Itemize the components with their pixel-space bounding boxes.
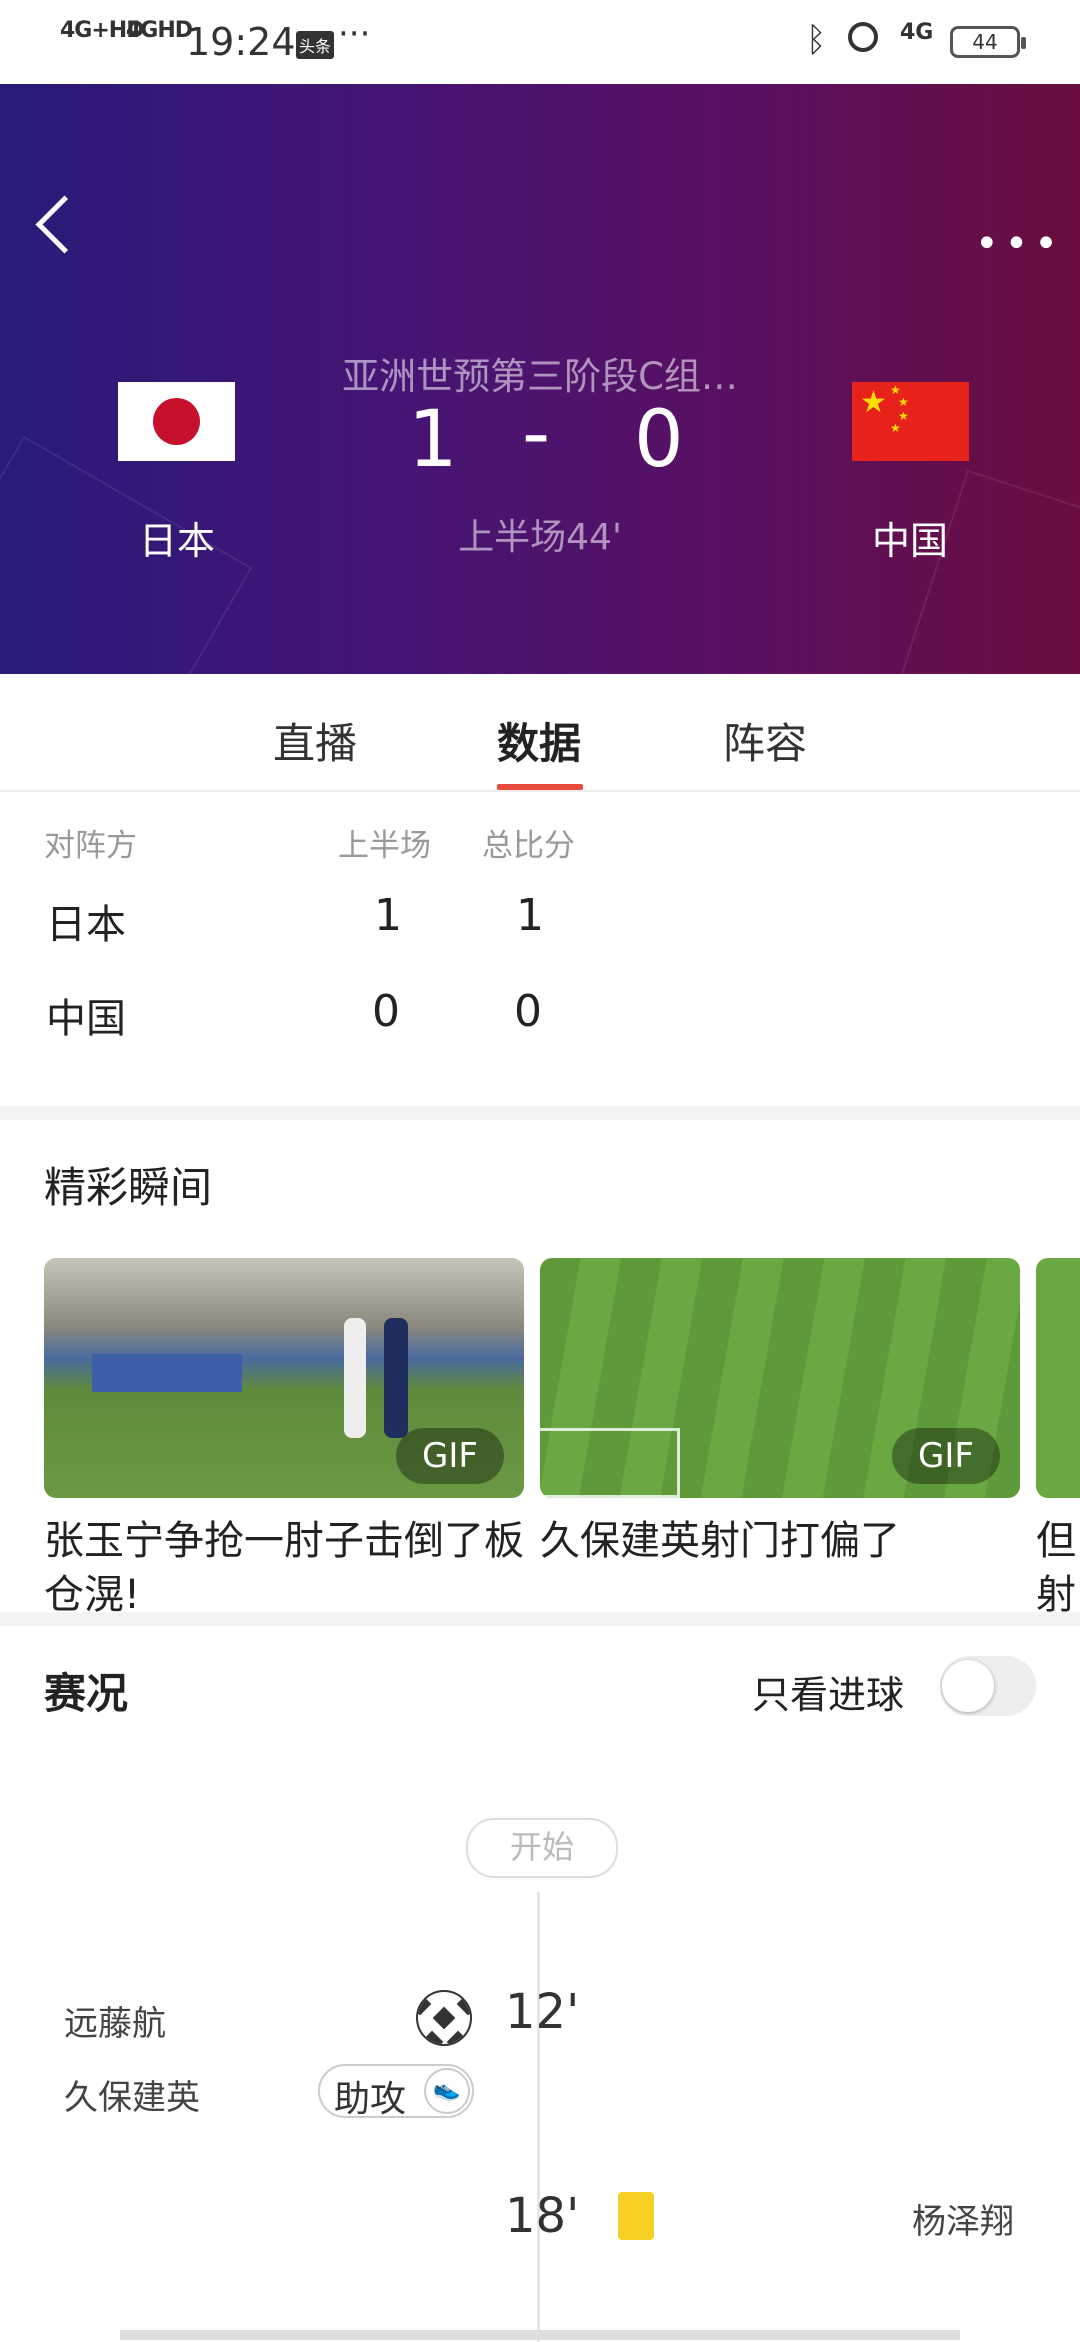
table-row-team: 中国 [46, 996, 126, 1042]
timeline-line [537, 1892, 540, 2342]
tab-lineup[interactable]: 阵容 [723, 710, 807, 771]
match-header: ••• 亚洲世预第三阶段C组… ★ ★ ★ ★ ★ 1 - 0 上半场44' 日… [0, 84, 1080, 674]
assist-badge: 助攻 👟 [318, 2064, 474, 2120]
alarm-icon [848, 22, 878, 52]
yellow-card-icon [618, 2192, 654, 2240]
back-arrow-icon[interactable] [35, 195, 94, 254]
highlight-thumbnail[interactable] [1036, 1258, 1080, 1498]
highlights-title: 精彩瞬间 [44, 1163, 213, 1212]
tab-data[interactable]: 数据 [497, 710, 581, 771]
highlight-caption[interactable]: 但…射… [1036, 1514, 1080, 1622]
section-divider [0, 1106, 1080, 1120]
table-cell-first-half: 1 [374, 890, 402, 941]
event-minute: 18' [505, 2188, 580, 2244]
home-team-name[interactable]: 日本 [77, 510, 277, 565]
goals-only-toggle[interactable] [940, 1656, 1036, 1716]
table-header-team: 对阵方 [44, 828, 137, 864]
table-header-total: 总比分 [482, 828, 575, 864]
highlight-thumbnail[interactable]: GIF [44, 1258, 524, 1498]
highlight-caption[interactable]: 久保建英射门打偏了 [540, 1514, 1020, 1568]
gif-badge: GIF [396, 1428, 504, 1484]
clock: 19:24 [186, 20, 296, 64]
active-tab-indicator [497, 784, 583, 790]
tab-live[interactable]: 直播 [273, 710, 357, 771]
table-cell-total: 1 [516, 890, 544, 941]
more-notifications-icon: ··· [338, 14, 371, 54]
decoration-shape [885, 469, 1080, 674]
score-separator: - [522, 389, 551, 479]
table-header-first-half: 上半场 [338, 828, 431, 864]
tab-bar: 直播 数据 阵容 [0, 674, 1080, 792]
bluetooth-icon: ᛒ [806, 20, 827, 60]
away-team-name[interactable]: 中国 [810, 510, 1010, 565]
china-flag-icon: ★ ★ ★ ★ ★ [852, 382, 969, 461]
bottom-divider [120, 2330, 960, 2340]
timeline-title: 赛况 [44, 1669, 129, 1718]
table-cell-first-half: 0 [372, 986, 400, 1037]
goals-only-label: 只看进球 [752, 1673, 905, 1717]
assist-player-name[interactable]: 久保建英 [64, 2070, 200, 2119]
highlight-caption[interactable]: 张玉宁争抢一肘子击倒了板仓滉! [44, 1514, 524, 1622]
highlight-thumbnail[interactable]: GIF [540, 1258, 1020, 1498]
booked-player-name[interactable]: 杨泽翔 [912, 2194, 1014, 2243]
more-options-icon[interactable]: ••• [975, 224, 1064, 264]
network-indicator: 4G [900, 20, 934, 45]
table-cell-total: 0 [514, 986, 542, 1037]
start-marker: 开始 [466, 1818, 618, 1878]
battery-indicator: 44 [950, 26, 1026, 58]
event-minute: 12' [505, 1984, 580, 2040]
status-bar: 4G+HD 4GHD 19:24 头条 ··· ᛒ 4G 44 [0, 0, 1080, 84]
gif-badge: GIF [892, 1428, 1000, 1484]
soccer-ball-icon [416, 1990, 472, 2046]
signal-indicator-2: 4GHD [126, 18, 193, 43]
scorer-name[interactable]: 远藤航 [64, 1996, 166, 2045]
away-score: 0 [634, 395, 684, 485]
japan-flag-icon [118, 382, 235, 461]
table-row-team: 日本 [46, 902, 126, 948]
boot-icon: 👟 [424, 2068, 470, 2114]
section-divider [0, 1612, 1080, 1626]
app-notification-badge: 头条 [296, 31, 335, 59]
assist-label: 助攻 [334, 2079, 407, 2120]
home-score: 1 [408, 395, 458, 485]
match-state: 上半场44' [458, 517, 622, 558]
